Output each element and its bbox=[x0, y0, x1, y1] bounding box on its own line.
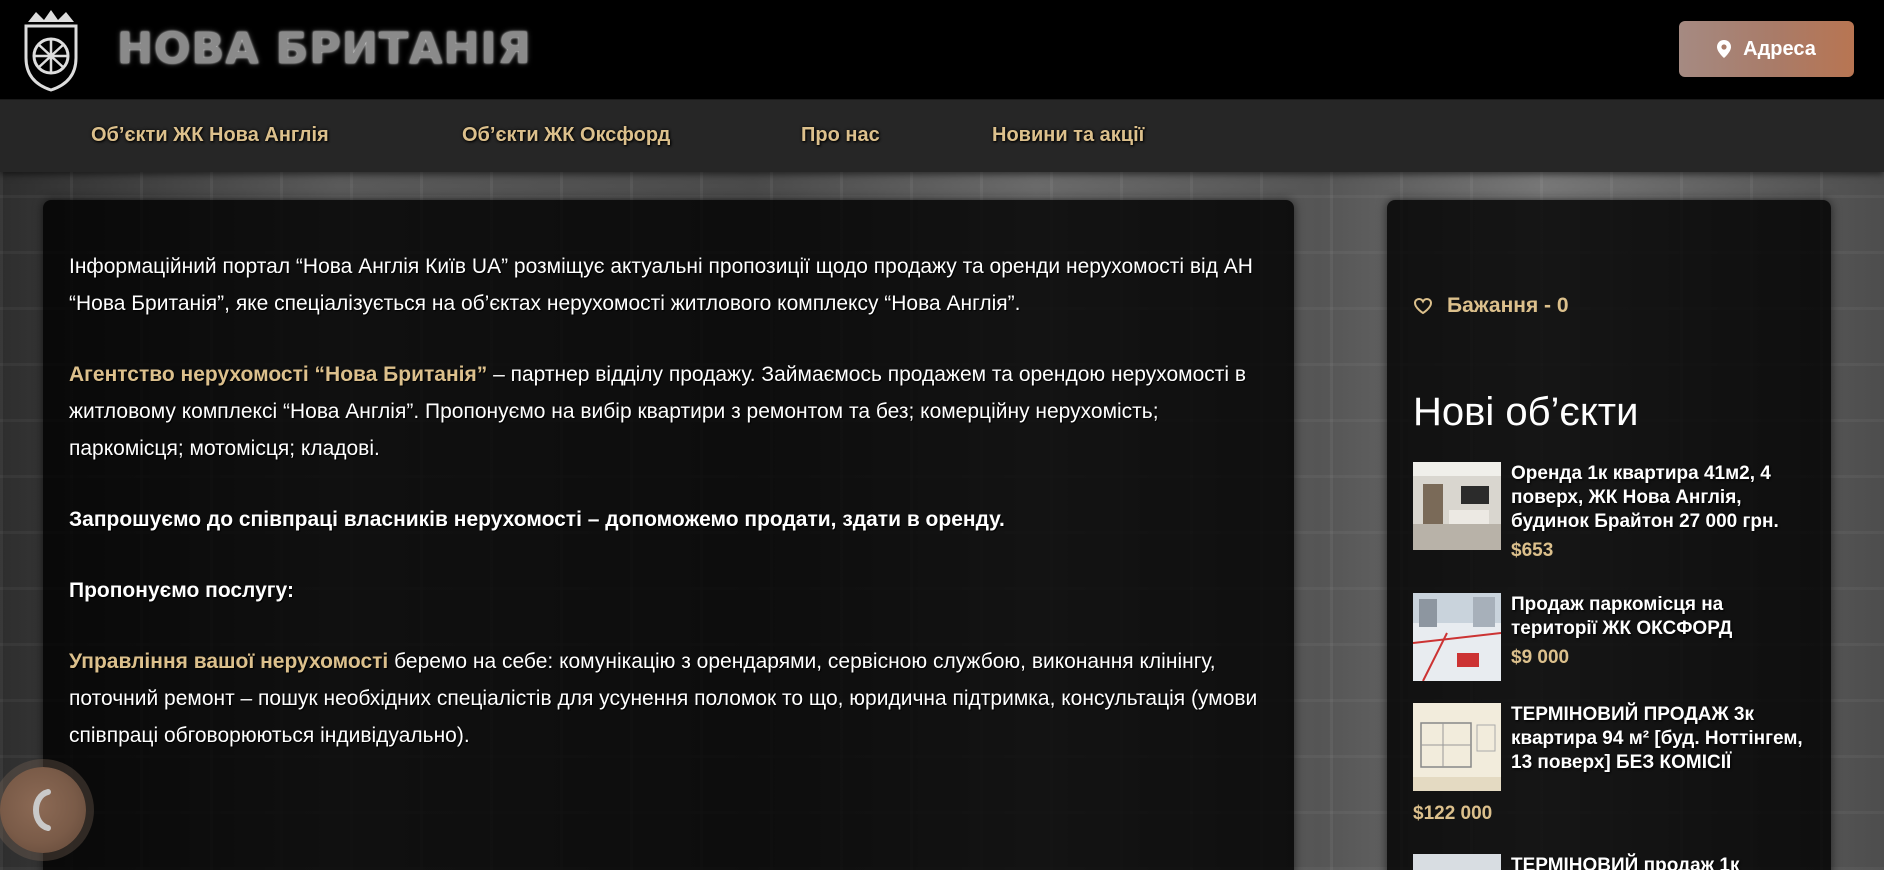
address-button[interactable]: Адреса bbox=[1679, 21, 1854, 77]
management-paragraph: Управління вашої нерухомості беремо на с… bbox=[69, 643, 1268, 754]
wishlist-link[interactable]: Бажання - 0 bbox=[1413, 294, 1569, 318]
nav-item-oxford[interactable]: Об’єкти ЖК Оксфорд bbox=[462, 124, 670, 147]
main-content-panel: Інформаційний портал “Нова Англія Київ U… bbox=[43, 200, 1294, 870]
agency-paragraph: Агентство нерухомості “Нова Британія” – … bbox=[69, 356, 1268, 467]
sidebar-panel: Бажання - 0 Нові об’єкти Оренда 1к кварт… bbox=[1387, 200, 1831, 870]
product-price: $653 bbox=[1511, 540, 1554, 561]
nav-item-nova-anglia[interactable]: Об’єкти ЖК Нова Англія bbox=[91, 124, 329, 147]
heart-icon bbox=[1413, 297, 1433, 315]
services-heading: Пропонуємо послугу: bbox=[69, 579, 294, 602]
product-thumbnail[interactable] bbox=[1413, 593, 1501, 681]
main-nav: Об’єкти ЖК Нова Англія Об’єкти ЖК Оксфор… bbox=[0, 99, 1884, 172]
nav-item-news[interactable]: Новини та акції bbox=[992, 124, 1144, 147]
product-price: $122 000 bbox=[1413, 803, 1493, 824]
management-highlight: Управління вашої нерухомості bbox=[69, 650, 389, 673]
product-thumbnail[interactable] bbox=[1413, 462, 1501, 550]
wishlist-label: Бажання - 0 bbox=[1447, 294, 1569, 317]
intro-paragraph: Інформаційний портал “Нова Англія Київ U… bbox=[69, 255, 1253, 315]
product-price: $9 000 bbox=[1511, 647, 1570, 668]
logo-icon[interactable] bbox=[18, 8, 84, 92]
nav-item-about[interactable]: Про нас bbox=[801, 124, 880, 147]
product-thumbnail[interactable] bbox=[1413, 703, 1501, 791]
product-thumbnail[interactable] bbox=[1413, 854, 1501, 870]
product-title[interactable]: ТЕРМІНОВИЙ продаж 1к bbox=[1511, 854, 1811, 870]
brand-name[interactable]: НОВА БРИТАНІЯ bbox=[117, 24, 532, 74]
invite-paragraph: Запрошуємо до співпраці власників нерухо… bbox=[69, 508, 1005, 531]
site-header: НОВА БРИТАНІЯ Адреса bbox=[0, 0, 1884, 99]
product-item[interactable]: Оренда 1к квартира 41м2, 4 поверх, ЖК Но… bbox=[1413, 462, 1813, 572]
new-objects-title: Нові об’єкти bbox=[1413, 390, 1639, 434]
phone-icon bbox=[32, 789, 51, 831]
product-title[interactable]: ТЕРМІНОВИЙ ПРОДАЖ 3к квартира 94 м² [буд… bbox=[1511, 703, 1811, 775]
map-pin-icon bbox=[1717, 40, 1732, 58]
product-title[interactable]: Оренда 1к квартира 41м2, 4 поверх, ЖК Но… bbox=[1511, 462, 1811, 534]
product-item[interactable]: ТЕРМІНОВИЙ ПРОДАЖ 3к квартира 94 м² [буд… bbox=[1413, 703, 1813, 828]
product-item[interactable]: Продаж паркомісця на території ЖК ОКСФОР… bbox=[1413, 593, 1813, 683]
call-button[interactable] bbox=[0, 767, 86, 853]
product-title[interactable]: Продаж паркомісця на території ЖК ОКСФОР… bbox=[1511, 593, 1811, 641]
address-button-label: Адреса bbox=[1743, 37, 1816, 60]
agency-highlight: Агентство нерухомості “Нова Британія” bbox=[69, 363, 488, 386]
product-item[interactable]: ТЕРМІНОВИЙ продаж 1к bbox=[1413, 854, 1813, 870]
